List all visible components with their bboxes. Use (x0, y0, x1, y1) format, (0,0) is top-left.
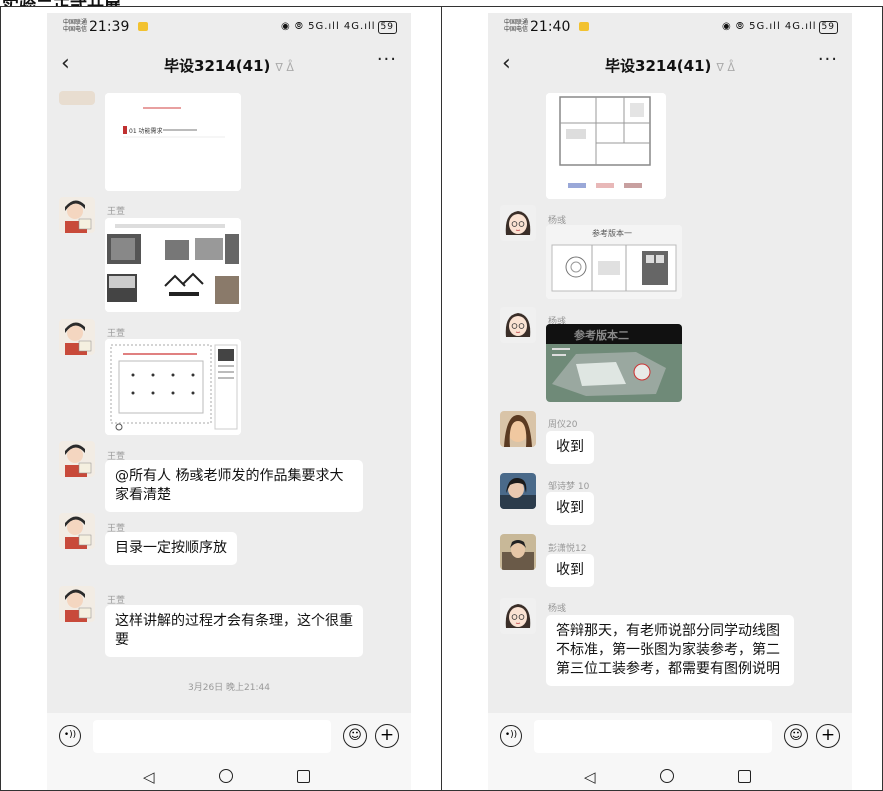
message-input[interactable] (93, 720, 331, 753)
image-message[interactable] (105, 218, 241, 312)
sender-name: 王萱 (107, 329, 126, 339)
nav-back-icon[interactable]: ◁ (584, 768, 596, 786)
nav-recent-icon[interactable] (297, 770, 310, 783)
message-bubble[interactable]: 这样讲解的过程才会有条理，这个很重要 (105, 605, 363, 657)
image-message[interactable]: 参考版本一 (546, 225, 682, 299)
sender-name: 邹诗梦 10 (548, 482, 590, 492)
chat-title: 毕设3214(41) ᐁ ᐂ (605, 57, 735, 75)
message-bubble[interactable]: 收到 (546, 492, 594, 525)
status-bar: 中国联通 中国电信 21:39 ◉ ⦾ 5G.ıll 4G.ıll 59 (47, 13, 411, 43)
more-icon[interactable]: ··· (818, 49, 838, 70)
mute-icon: ᐁ ᐂ (275, 61, 294, 74)
sender-name: 杨彧 (548, 604, 567, 614)
plus-icon[interactable]: + (816, 724, 840, 748)
battery-icon: 59 (377, 21, 397, 34)
avatar[interactable] (59, 513, 95, 549)
signal-icons: ◉ ⦾ 5G.ıll 4G.ıll 59 (281, 21, 397, 34)
image-message[interactable]: 参考版本二 (546, 324, 682, 402)
nav-home-icon[interactable] (660, 769, 674, 783)
signal-icons: ◉ ⦾ 5G.ıll 4G.ıll 59 (722, 21, 838, 34)
emoji-icon[interactable]: ☺ (343, 724, 367, 748)
input-bar: •)) ☺ + (488, 713, 852, 763)
nav-home-icon[interactable] (219, 769, 233, 783)
notification-icon (579, 22, 589, 31)
screenshot-right: 中国联通 中国电信 21:40 ◉ ⦾ 5G.ıll 4G.ıll 59 ‹ 毕设… (441, 6, 883, 791)
image-message[interactable]: 01 功能需求 (105, 93, 241, 191)
chat-header: ‹ 毕设3214(41) ᐁ ᐂ ··· (47, 43, 411, 87)
chat-header: ‹ 毕设3214(41) ᐁ ᐂ ··· (488, 43, 852, 87)
sender-name: 王萱 (107, 207, 126, 217)
message-input[interactable] (534, 720, 772, 753)
avatar[interactable] (59, 586, 95, 622)
more-icon[interactable]: ··· (377, 49, 397, 70)
message-bubble[interactable]: 答辩那天，有老师说部分同学动线图不标准，第一张图为家装参考，第二第三位工装参考，… (546, 615, 794, 686)
status-bar: 中国联通 中国电信 21:40 ◉ ⦾ 5G.ıll 4G.ıll 59 (488, 13, 852, 43)
input-bar: •)) ☺ + (47, 713, 411, 763)
system-nav-bar: ◁ (488, 763, 852, 790)
status-time: 21:40 (530, 19, 571, 35)
phone-screen-left: 中国联通 中国电信 21:39 ◉ ⦾ 5G.ıll 4G.ıll 59 ‹ 毕设… (47, 13, 411, 790)
svg-text:参考版本二: 参考版本二 (574, 328, 629, 342)
emoji-icon[interactable]: ☺ (784, 724, 808, 748)
message-bubble[interactable]: 收到 (546, 554, 594, 587)
mute-icon: ᐁ ᐂ (716, 61, 735, 74)
notification-icon (138, 22, 148, 31)
svg-text:01 功能需求: 01 功能需求 (129, 127, 163, 135)
avatar[interactable] (59, 91, 95, 105)
avatar[interactable] (500, 205, 536, 241)
message-bubble[interactable]: @所有人 杨彧老师发的作品集要求大家看清楚 (105, 460, 363, 512)
avatar[interactable] (500, 534, 536, 570)
timestamp: 3月26日 晚上21:44 (188, 683, 270, 693)
nav-back-icon[interactable]: ◁ (143, 768, 155, 786)
nav-recent-icon[interactable] (738, 770, 751, 783)
battery-icon: 59 (818, 21, 838, 34)
chat-title: 毕设3214(41) ᐁ ᐂ (164, 57, 294, 75)
carrier-labels: 中国联通 中国电信 (504, 19, 529, 33)
avatar[interactable] (500, 411, 536, 447)
avatar[interactable] (59, 197, 95, 233)
avatar[interactable] (59, 319, 95, 355)
sender-name: 周仪20 (548, 420, 578, 430)
sender-name: 彭潇悦12 (548, 544, 587, 554)
image-message[interactable] (546, 93, 666, 199)
system-nav-bar: ◁ (47, 763, 411, 790)
carrier-labels: 中国联通 中国电信 (63, 19, 88, 33)
avatar[interactable] (500, 598, 536, 634)
message-bubble[interactable]: 目录一定按顺序放 (105, 532, 237, 565)
svg-text:参考版本一: 参考版本一 (592, 228, 632, 238)
voice-icon[interactable]: •)) (500, 725, 522, 747)
avatar[interactable] (500, 307, 536, 343)
voice-icon[interactable]: •)) (59, 725, 81, 747)
avatar[interactable] (59, 441, 95, 477)
status-time: 21:39 (89, 19, 130, 35)
phone-screen-right: 中国联通 中国电信 21:40 ◉ ⦾ 5G.ıll 4G.ıll 59 ‹ 毕设… (488, 13, 852, 790)
image-message[interactable] (105, 339, 241, 435)
plus-icon[interactable]: + (375, 724, 399, 748)
message-bubble[interactable]: 收到 (546, 431, 594, 464)
screenshot-left: 中国联通 中国电信 21:39 ◉ ⦾ 5G.ıll 4G.ıll 59 ‹ 毕设… (0, 6, 442, 791)
avatar[interactable] (500, 473, 536, 509)
